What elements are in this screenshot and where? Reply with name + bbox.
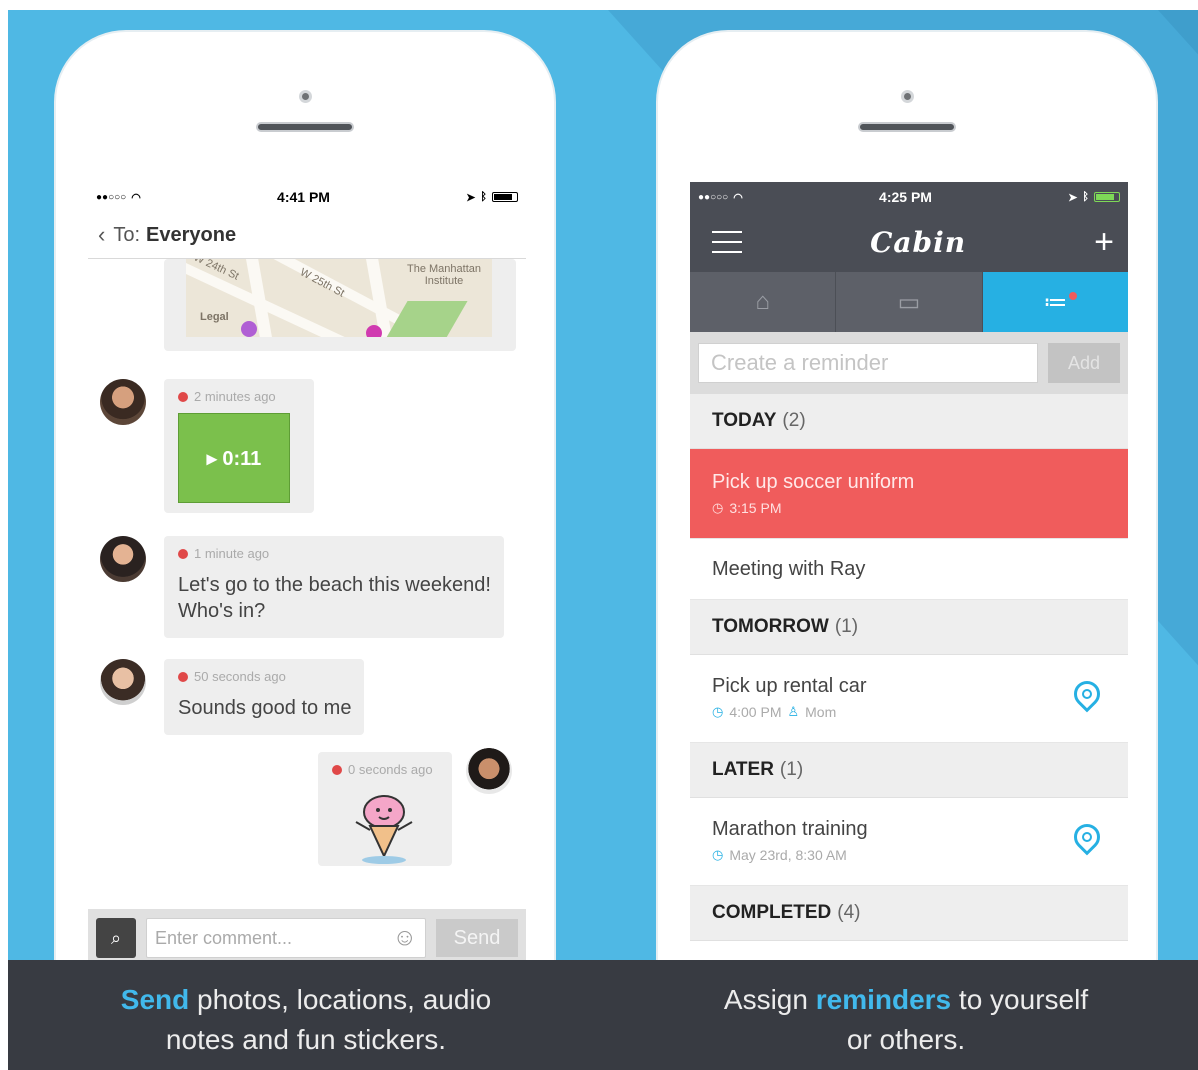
map-place-label: Legal <box>200 311 229 323</box>
section-header-tomorrow: TOMORROW (1) <box>690 600 1128 655</box>
reminder-title: Pick up soccer uniform <box>712 471 915 493</box>
message-bubble[interactable]: 50 seconds ago Sounds good to me <box>164 659 364 735</box>
avatar[interactable] <box>100 536 146 582</box>
avatar[interactable] <box>466 748 512 794</box>
tab-bar: ⌂ ▭ ≔ <box>690 272 1128 332</box>
caption-bar: Send photos, locations, audio notes and … <box>8 960 1198 1070</box>
clock-icon <box>332 764 342 775</box>
section-header-completed[interactable]: COMPLETED (4) <box>690 886 1128 941</box>
message-bubble[interactable]: 0 seconds ago <box>318 752 452 866</box>
map-place-label: The Manhattan Institute <box>407 263 481 287</box>
speaker <box>256 122 354 132</box>
left-caption: Send photos, locations, audio notes and … <box>120 984 492 1055</box>
camera <box>299 90 312 103</box>
hamburger-icon[interactable] <box>712 231 742 253</box>
reminder-title: Pick up rental car <box>712 675 867 697</box>
top-navigation: Cabin + <box>690 212 1128 272</box>
status-time: 4:25 PM <box>879 189 932 205</box>
battery-icon <box>492 192 518 202</box>
clock-icon <box>178 391 188 402</box>
message-time: 50 seconds ago <box>178 669 286 684</box>
location-arrow-icon: ➤ <box>466 191 476 204</box>
chat-header: ‹ To: Everyone <box>88 212 526 259</box>
clock-icon: ◷ <box>712 704 724 719</box>
camera <box>901 90 914 103</box>
reminder-item[interactable]: Pick up soccer uniform ◷ 3:15 PM <box>690 449 1128 539</box>
status-bar: ●●○○○ ◠ 4:41 PM ➤ ᛒ <box>88 182 526 212</box>
home-icon: ⌂ <box>755 288 770 315</box>
reminders-list-icon: ≔ <box>1043 288 1068 316</box>
status-time: 4:41 PM <box>277 189 330 205</box>
audio-play-button[interactable]: ▸ 0:11 <box>178 413 290 503</box>
tab-home[interactable]: ⌂ <box>690 272 837 332</box>
location-message[interactable]: W 24th St W 25th St The Manhattan Instit… <box>164 259 516 351</box>
reminder-title: Meeting with Ray <box>712 557 866 580</box>
reminder-item[interactable]: Pick up rental car ◷ 4:00 PM ♙ Mom <box>690 655 1128 743</box>
reminder-meta: ◷ May 23rd, 8:30 AM <box>712 847 847 863</box>
clock-icon <box>178 671 188 682</box>
avatar[interactable] <box>100 379 146 425</box>
notification-dot <box>1068 292 1077 300</box>
avatar[interactable] <box>100 659 146 705</box>
battery-icon <box>1094 192 1120 202</box>
speaker <box>858 122 956 132</box>
chat-icon: ▭ <box>897 288 921 316</box>
bluetooth-icon: ᛒ <box>1082 191 1089 203</box>
chat-screen: ●●○○○ ◠ 4:41 PM ➤ ᛒ ‹ To: Everyone W 24t… <box>88 182 526 960</box>
reminder-create-bar: Create a reminder Add <box>690 332 1128 394</box>
reminder-item[interactable]: Meeting with Ray <box>690 539 1128 600</box>
paperclip-icon[interactable]: ⌕ <box>96 918 136 958</box>
tab-reminders[interactable]: ≔ <box>982 272 1128 332</box>
reminder-title: Marathon training <box>712 818 868 840</box>
add-icon[interactable]: + <box>1094 223 1114 262</box>
signal-dots: ●●○○○ <box>698 191 729 203</box>
status-bar: ●●○○○ ◠ 4:25 PM ➤ ᛒ <box>690 182 1128 212</box>
reminder-meta: ◷ 4:00 PM ♙ Mom <box>712 704 837 720</box>
wifi-icon: ◠ <box>733 191 743 204</box>
icecream-sticker[interactable] <box>344 786 424 866</box>
reminder-meta: ◷ 3:15 PM <box>712 500 782 516</box>
wifi-icon: ◠ <box>131 191 141 204</box>
message-time: 0 seconds ago <box>332 762 433 777</box>
promo-background: ●●○○○ ◠ 4:41 PM ➤ ᛒ ‹ To: Everyone W 24t… <box>8 10 1198 960</box>
left-phone: ●●○○○ ◠ 4:41 PM ➤ ᛒ ‹ To: Everyone W 24t… <box>56 32 554 960</box>
tab-chat[interactable]: ▭ <box>836 272 983 332</box>
section-header-later: LATER (1) <box>690 743 1128 798</box>
map-thumbnail[interactable]: W 24th St W 25th St The Manhattan Instit… <box>186 259 492 337</box>
clock-icon <box>178 548 188 559</box>
signal-dots: ●●○○○ <box>96 191 127 203</box>
right-caption: Assign reminders to yourself or others. <box>723 984 1089 1055</box>
person-icon: ♙ <box>787 704 800 719</box>
message-composer: ⌕ Enter comment... ☺ Send <box>88 909 526 960</box>
section-header-today: TODAY (2) <box>690 394 1128 449</box>
back-icon[interactable]: ‹ <box>98 222 105 248</box>
to-label: To: <box>113 223 141 246</box>
comment-input[interactable]: Enter comment... ☺ <box>146 918 426 958</box>
park-area <box>384 301 468 337</box>
reminder-input[interactable]: Create a reminder <box>698 343 1038 383</box>
clock-icon: ◷ <box>712 500 724 515</box>
location-arrow-icon: ➤ <box>1068 191 1078 204</box>
bluetooth-icon: ᛒ <box>480 191 487 203</box>
send-button[interactable]: Send <box>436 919 518 957</box>
message-bubble[interactable]: 1 minute ago Let's go to the beach this … <box>164 536 504 638</box>
message-text: Sounds good to me <box>178 697 352 719</box>
clock-icon: ◷ <box>712 847 724 862</box>
message-time: 2 minutes ago <box>178 389 276 404</box>
map-pin-icon <box>241 321 257 337</box>
add-reminder-button[interactable]: Add <box>1048 343 1120 383</box>
right-phone: ●●○○○ ◠ 4:25 PM ➤ ᛒ Cabin + ⌂ ▭ ≔ Create… <box>658 32 1156 960</box>
reminder-item[interactable]: Marathon training ◷ May 23rd, 8:30 AM <box>690 798 1128 886</box>
message-list[interactable]: W 24th St W 25th St The Manhattan Instit… <box>88 259 526 909</box>
message-bubble[interactable]: 2 minutes ago ▸ 0:11 <box>164 379 314 513</box>
message-text: Let's go to the beach this weekend! Who'… <box>178 574 491 622</box>
recipient-name[interactable]: Everyone <box>146 224 236 247</box>
smiley-icon[interactable]: ☺ <box>392 924 417 952</box>
message-time: 1 minute ago <box>178 546 269 561</box>
map-pin-icon <box>366 325 382 337</box>
app-logo: Cabin <box>870 225 967 259</box>
cabin-screen: ●●○○○ ◠ 4:25 PM ➤ ᛒ Cabin + ⌂ ▭ ≔ Create… <box>690 182 1128 960</box>
